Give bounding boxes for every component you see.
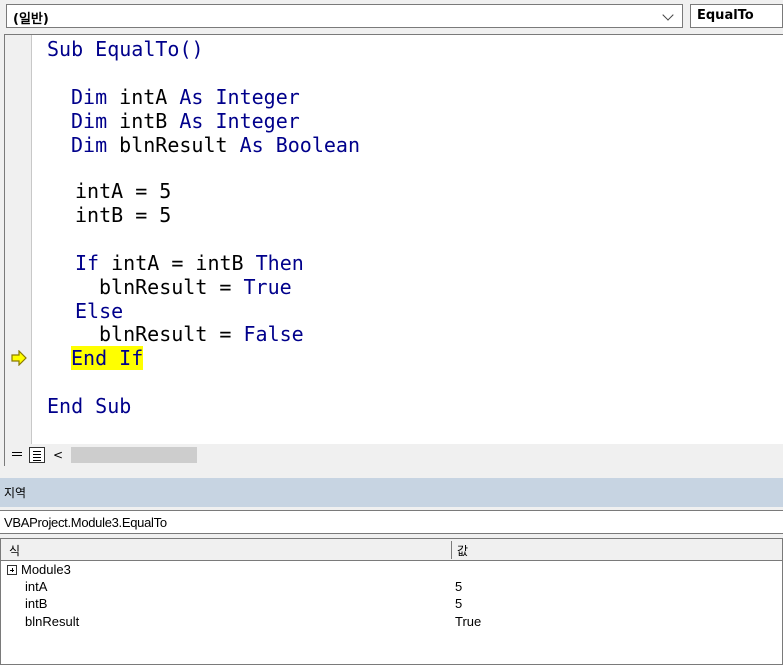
code-line[interactable]: Dim intB As Integer <box>71 109 300 133</box>
code-token: intA = 5 <box>75 179 172 203</box>
code-window-toolbar: (일반) EqualTo <box>0 0 783 34</box>
locals-grid-header: 식 값 <box>1 539 782 561</box>
table-row[interactable]: intB 5 <box>1 596 782 612</box>
code-token: Integer <box>203 109 300 133</box>
code-text-area[interactable]: Sub EqualTo() Dim intA As Integer Dim in… <box>39 35 783 444</box>
procedure-dropdown-value: EqualTo <box>697 8 754 23</box>
code-token: Dim <box>71 133 108 157</box>
code-token: Integer <box>203 85 300 109</box>
code-line[interactable]: Sub EqualTo() <box>47 37 204 61</box>
chevron-down-icon[interactable] <box>662 9 674 21</box>
locals-grid: 식 값 Module3 intA 5 intB 5 blnResult True <box>0 538 783 665</box>
code-token: As <box>179 109 204 133</box>
code-token: As <box>179 85 204 109</box>
scroll-left-arrow-icon[interactable]: < <box>53 448 63 462</box>
margin-indicator-bar[interactable] <box>5 35 32 445</box>
object-dropdown[interactable]: (일반) <box>6 4 683 28</box>
code-token: Dim <box>71 109 108 133</box>
code-line[interactable]: Dim intA As Integer <box>71 85 300 109</box>
code-line[interactable]: blnResult = True <box>99 275 292 299</box>
expand-plus-icon[interactable] <box>7 565 17 575</box>
code-token: Dim <box>71 85 108 109</box>
code-editor[interactable]: Sub EqualTo() Dim intA As Integer Dim in… <box>4 34 783 466</box>
locals-context-text: VBAProject.Module3.EqualTo <box>4 515 167 530</box>
code-token: intA <box>107 85 180 109</box>
locals-row-value: True <box>455 614 482 629</box>
code-line[interactable]: If intA = intB Then <box>75 251 304 275</box>
locals-context-field: VBAProject.Module3.EqualTo <box>0 510 783 534</box>
code-line[interactable]: End Sub <box>47 394 131 418</box>
column-header-expression[interactable]: 식 <box>9 542 20 559</box>
locals-row-name: Module3 <box>21 562 71 577</box>
code-token: Else <box>75 299 124 323</box>
code-token: blnResult = <box>99 322 244 346</box>
code-token: End Sub <box>47 394 132 418</box>
code-token: intB <box>107 109 180 133</box>
code-token: Boolean <box>263 133 360 157</box>
code-token: End If <box>71 346 144 370</box>
horizontal-scrollbar-thumb[interactable] <box>71 447 197 463</box>
locals-window-title: 지역 <box>4 486 27 500</box>
code-line[interactable]: blnResult = False <box>99 322 304 346</box>
code-window-status-strip: < <box>5 444 783 466</box>
locals-row-name: blnResult <box>25 614 80 629</box>
locals-window-title-bar: 지역 <box>0 478 783 507</box>
full-module-view-button[interactable] <box>29 447 45 463</box>
current-execution-line[interactable]: End If <box>71 346 144 370</box>
locals-row-name: intB <box>25 596 48 611</box>
procedure-dropdown[interactable]: EqualTo <box>690 4 783 28</box>
object-dropdown-value: (일반) <box>13 12 49 27</box>
locals-row-value: 5 <box>455 579 463 594</box>
procedure-view-button[interactable] <box>9 447 25 463</box>
code-token: blnResult = <box>99 275 244 299</box>
code-token: intB = 5 <box>75 203 172 227</box>
code-token: intA = intB <box>99 251 256 275</box>
locals-row-name: intA <box>25 579 48 594</box>
code-token: False <box>243 322 304 346</box>
code-token: If <box>75 251 100 275</box>
column-header-value[interactable]: 값 <box>457 542 468 559</box>
code-token: blnResult <box>107 133 240 157</box>
code-line[interactable]: intA = 5 <box>75 179 171 203</box>
code-token: As <box>239 133 264 157</box>
code-line[interactable]: Else <box>75 299 123 323</box>
code-line[interactable]: intB = 5 <box>75 203 171 227</box>
code-token: Sub EqualTo() <box>47 37 204 61</box>
execution-point-arrow-icon <box>11 350 27 366</box>
column-divider[interactable] <box>451 541 452 559</box>
table-row[interactable]: intA 5 <box>1 579 782 595</box>
table-row[interactable]: Module3 <box>1 562 782 578</box>
table-row[interactable]: blnResult True <box>1 614 782 630</box>
code-token: True <box>243 275 292 299</box>
code-token: Then <box>255 251 304 275</box>
code-line[interactable]: Dim blnResult As Boolean <box>71 133 360 157</box>
locals-row-value: 5 <box>455 596 463 611</box>
